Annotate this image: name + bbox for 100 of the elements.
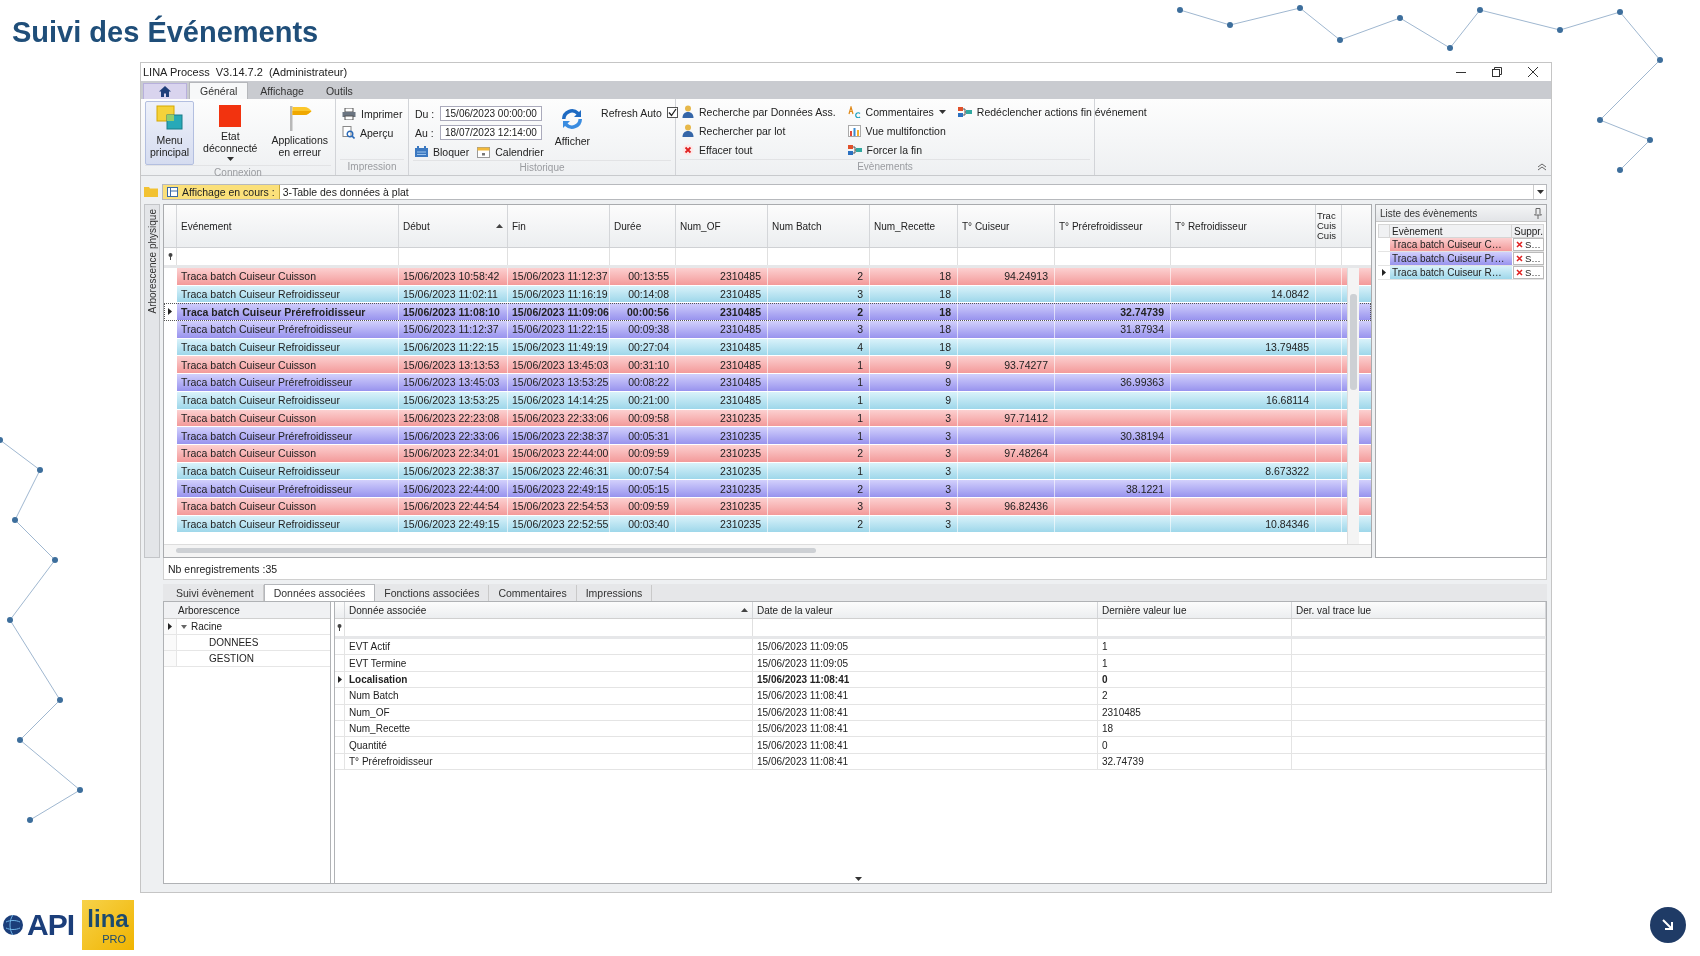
table-row[interactable]: Num_OF 15/06/2023 11:08:41 2310485 xyxy=(335,704,1546,721)
table-row[interactable]: Traca batch Cuiseur Cuisson 15/06/2023 13:13:53 15/06/2023 13:45:03 00:31:10 2310485 1 9 93.74277 xyxy=(164,356,1371,375)
restore-icon[interactable] xyxy=(1492,67,1502,77)
horizontal-scrollbar[interactable] xyxy=(164,544,1371,557)
view-selector[interactable]: Affichage en cours : 3-Table des données à plat xyxy=(162,183,1547,200)
table-cell: 15/06/2023 22:44:54 xyxy=(399,497,508,515)
column-header[interactable]: Durée xyxy=(610,205,676,247)
delete-button[interactable]: S… xyxy=(1513,266,1544,279)
home-tab[interactable] xyxy=(143,83,187,99)
list-item[interactable]: Traca batch Cuiseur C… xyxy=(1390,238,1512,252)
column-header[interactable]: Evénement xyxy=(177,205,399,247)
ribbon-tab[interactable]: Outils xyxy=(315,82,363,99)
ribbon-button[interactable]: Imprimer xyxy=(340,105,405,122)
table-cell: 00:08:22 xyxy=(610,374,676,391)
tree-item[interactable]: GESTION xyxy=(209,653,254,664)
checkbox[interactable] xyxy=(666,107,678,118)
column-header[interactable]: T° Refroidisseur xyxy=(1171,205,1316,247)
table-row[interactable]: Localisation 15/06/2023 11:08:41 0 xyxy=(335,671,1546,689)
collapse-ribbon-icon[interactable] xyxy=(1537,163,1547,171)
table-row[interactable]: Traca batch Cuiseur Prérefroidisseur 15/06/2023 22:44:00 15/06/2023 22:49:15 00:05:15 2310235 2 3 38.1221 xyxy=(164,480,1371,498)
pin-icon[interactable] xyxy=(1534,207,1542,219)
chart-icon xyxy=(847,124,861,137)
user-icon xyxy=(682,105,694,118)
table-cell: 15/06/2023 22:34:01 xyxy=(399,444,508,462)
vertical-scrollbar[interactable] xyxy=(1347,268,1359,544)
ribbon-button[interactable]: Bloquer xyxy=(413,143,472,160)
table-cell: Traca batch Cuiseur Prérefroidisseur xyxy=(177,303,399,321)
ribbon-button[interactable]: Vue multifonction xyxy=(845,122,948,139)
row-header[interactable] xyxy=(335,671,345,688)
close-icon[interactable] xyxy=(1528,67,1538,77)
ribbon-button[interactable]: Recherche par Données Ass. xyxy=(680,103,838,120)
table-row[interactable]: Traca batch Cuiseur Cuisson 15/06/2023 10:58:42 15/06/2023 11:12:37 00:13:55 2310485 2 18 94.24913 xyxy=(164,268,1371,286)
table-cell: 1 xyxy=(768,462,870,480)
ribbon-button[interactable]: Afficher xyxy=(549,101,596,160)
ribbon-tab[interactable]: Général xyxy=(189,82,249,99)
table-row[interactable]: Traca batch Cuiseur Prérefroidisseur 15/06/2023 22:33:06 15/06/2023 22:38:37 00:05:31 2310235 1 3 30.38194 xyxy=(164,427,1371,445)
layout-icon xyxy=(167,186,178,197)
table-cell: 3 xyxy=(870,444,958,462)
tree-item[interactable]: Racine xyxy=(191,621,223,632)
tab[interactable]: Données associées xyxy=(263,584,376,601)
column-header[interactable]: Suppr. xyxy=(1512,224,1544,238)
record-count: Nb enregistrements :35 xyxy=(168,562,278,575)
table-row[interactable]: Num Batch 15/06/2023 11:08:41 2 xyxy=(335,688,1546,705)
column-header[interactable]: T° Prérefroidisseur xyxy=(1055,205,1171,247)
ribbon-button[interactable]: Aperçu xyxy=(340,124,405,141)
table-cell: 15/06/2023 13:13:53 xyxy=(399,356,508,374)
column-header[interactable]: Date de la valeur xyxy=(753,602,1098,618)
sort-arrow-icon xyxy=(496,224,503,228)
filter-pin-icon[interactable] xyxy=(337,624,342,631)
column-header[interactable]: Num Batch xyxy=(768,205,870,247)
filter-pin-icon[interactable] xyxy=(167,253,173,260)
ribbon-tab[interactable]: Affichage xyxy=(250,82,314,99)
column-header[interactable]: Donnée associée xyxy=(345,602,753,618)
list-item[interactable]: Traca batch Cuiseur Pr… xyxy=(1390,252,1512,266)
delete-button[interactable]: S… xyxy=(1513,238,1544,251)
column-header[interactable]: Num_Recette xyxy=(870,205,958,247)
column-header[interactable]: Dernière valeur lue xyxy=(1098,602,1292,618)
ribbon-button[interactable]: Commentaires xyxy=(845,103,948,120)
table-row[interactable]: Num_Recette 15/06/2023 11:08:41 18 xyxy=(335,720,1546,738)
arrow-down-right-icon xyxy=(1660,916,1676,933)
column-header[interactable]: Début xyxy=(399,205,508,247)
table-row[interactable]: T° Prérefroidisseur 15/06/2023 11:08:41 32.74739 xyxy=(335,753,1546,771)
expand-caret-icon[interactable] xyxy=(181,624,187,629)
table-cell: 2310235 xyxy=(676,515,768,533)
column-header[interactable]: Fin xyxy=(508,205,610,247)
column-header[interactable]: T° Cuiseur xyxy=(958,205,1055,247)
column-header[interactable]: Trac Cuis Cuis xyxy=(1316,205,1342,247)
side-tab[interactable]: Arborescence physique xyxy=(144,204,160,558)
comment-icon xyxy=(847,105,861,118)
ribbon-button[interactable]: Redéclencher actions fin événement xyxy=(955,103,1149,120)
ribbon-button[interactable]: Effacer tout xyxy=(680,141,838,158)
folder-icon[interactable] xyxy=(144,186,158,197)
table-cell: 2 xyxy=(1098,688,1292,704)
table-cell: 00:09:59 xyxy=(610,497,676,515)
date-field[interactable]: 18/07/2023 12:14:00 xyxy=(440,125,542,140)
table-row[interactable]: Traca batch Cuiseur Prérefroidisseur 15/06/2023 13:45:03 15/06/2023 13:53:25 00:08:22 2310485 1 9 36.99363 xyxy=(164,374,1371,392)
ribbon-button[interactable]: Rechercher par lot xyxy=(680,122,838,139)
round-arrow-button[interactable] xyxy=(1650,906,1686,943)
column-header[interactable]: Der. val trace lue xyxy=(1292,602,1546,618)
ribbon-button[interactable]: Applications en erreur xyxy=(266,101,333,165)
column-header[interactable]: Evènement xyxy=(1390,224,1512,238)
table-row[interactable]: EVT Termine 15/06/2023 11:09:05 1 xyxy=(335,655,1546,672)
preview-icon xyxy=(342,126,355,139)
table-cell: 1 xyxy=(1098,639,1292,655)
tree-item[interactable]: DONNEES xyxy=(209,637,259,648)
table-row[interactable]: Traca batch Cuiseur Prérefroidisseur 15/06/2023 11:12:37 15/06/2023 11:22:15 00:09:38 2310485 3 18 31.87934 xyxy=(164,321,1371,339)
column-header[interactable]: Num_OF xyxy=(676,205,768,247)
list-item[interactable]: Traca batch Cuiseur R… xyxy=(1390,266,1512,280)
ribbon-button[interactable]: Calendrier xyxy=(475,143,546,160)
date-field[interactable]: 15/06/2023 00:00:00 xyxy=(440,106,542,121)
table-cell: EVT Termine xyxy=(345,655,753,671)
table-row[interactable]: EVT Actif 15/06/2023 11:09:05 1 xyxy=(335,639,1546,656)
table-row[interactable]: Traca batch Cuiseur Prérefroidisseur 15/06/2023 11:08:10 15/06/2023 11:09:06 00:00:56 2310485 2 18 32.74739 xyxy=(164,303,1371,322)
delete-button[interactable]: S… xyxy=(1513,252,1544,265)
ribbon-button[interactable]: Forcer la fin xyxy=(845,141,948,158)
scroll-down-icon[interactable] xyxy=(855,877,862,881)
row-header[interactable] xyxy=(164,619,177,634)
table-row[interactable]: Quantité 15/06/2023 11:08:41 0 xyxy=(335,737,1546,754)
ribbon-button[interactable]: Etat déconnecté xyxy=(198,101,263,165)
ribbon-button[interactable]: Menu principal xyxy=(145,101,195,165)
